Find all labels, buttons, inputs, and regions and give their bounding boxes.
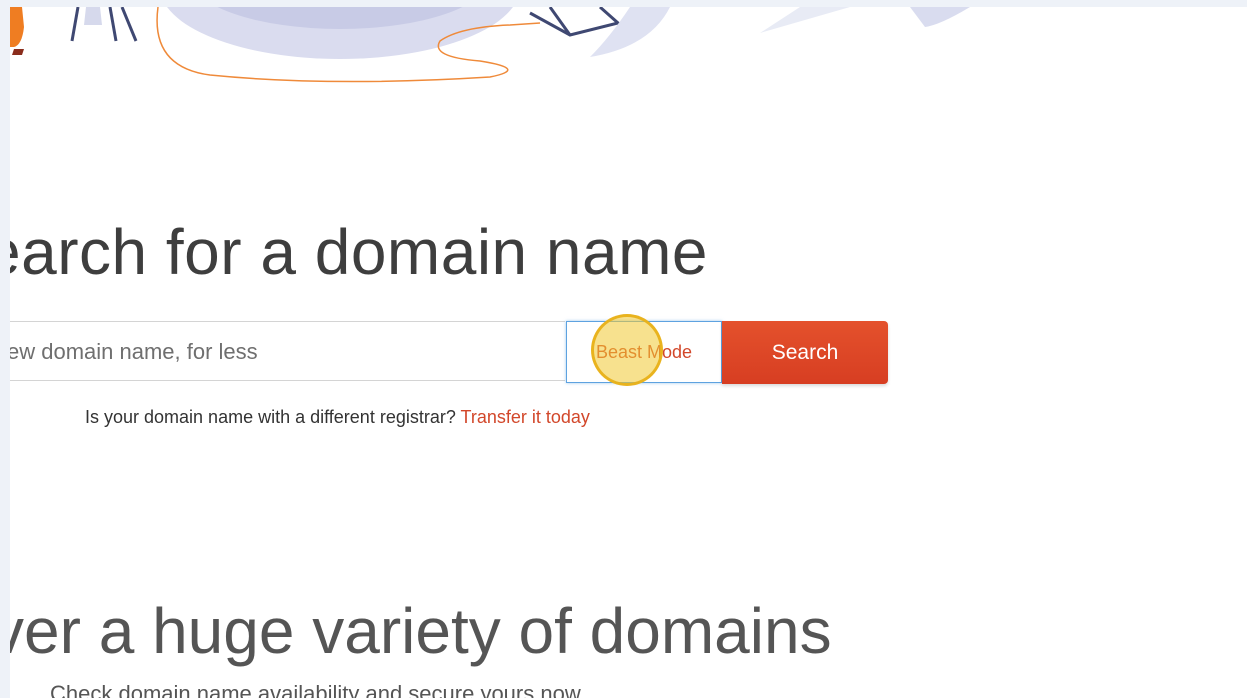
beast-mode-button[interactable]: Beast Mode <box>566 321 722 383</box>
domains-section-title: ver a huge variety of domains <box>10 595 832 667</box>
availability-subtext: Check domain name availability and secur… <box>50 681 581 698</box>
person-figure-icon <box>10 7 24 47</box>
page: earch for a domain name Beast Mode Searc… <box>10 7 1247 698</box>
domain-search-input[interactable] <box>10 322 549 382</box>
hero-illustration <box>10 7 970 83</box>
domain-search-field[interactable] <box>10 321 565 382</box>
transfer-link[interactable]: Transfer it today <box>461 407 590 427</box>
transfer-prompt: Is your domain name with a different reg… <box>85 407 590 428</box>
search-button[interactable]: Search <box>722 321 888 384</box>
page-title: earch for a domain name <box>10 216 708 288</box>
transfer-prompt-text: Is your domain name with a different reg… <box>85 407 456 427</box>
